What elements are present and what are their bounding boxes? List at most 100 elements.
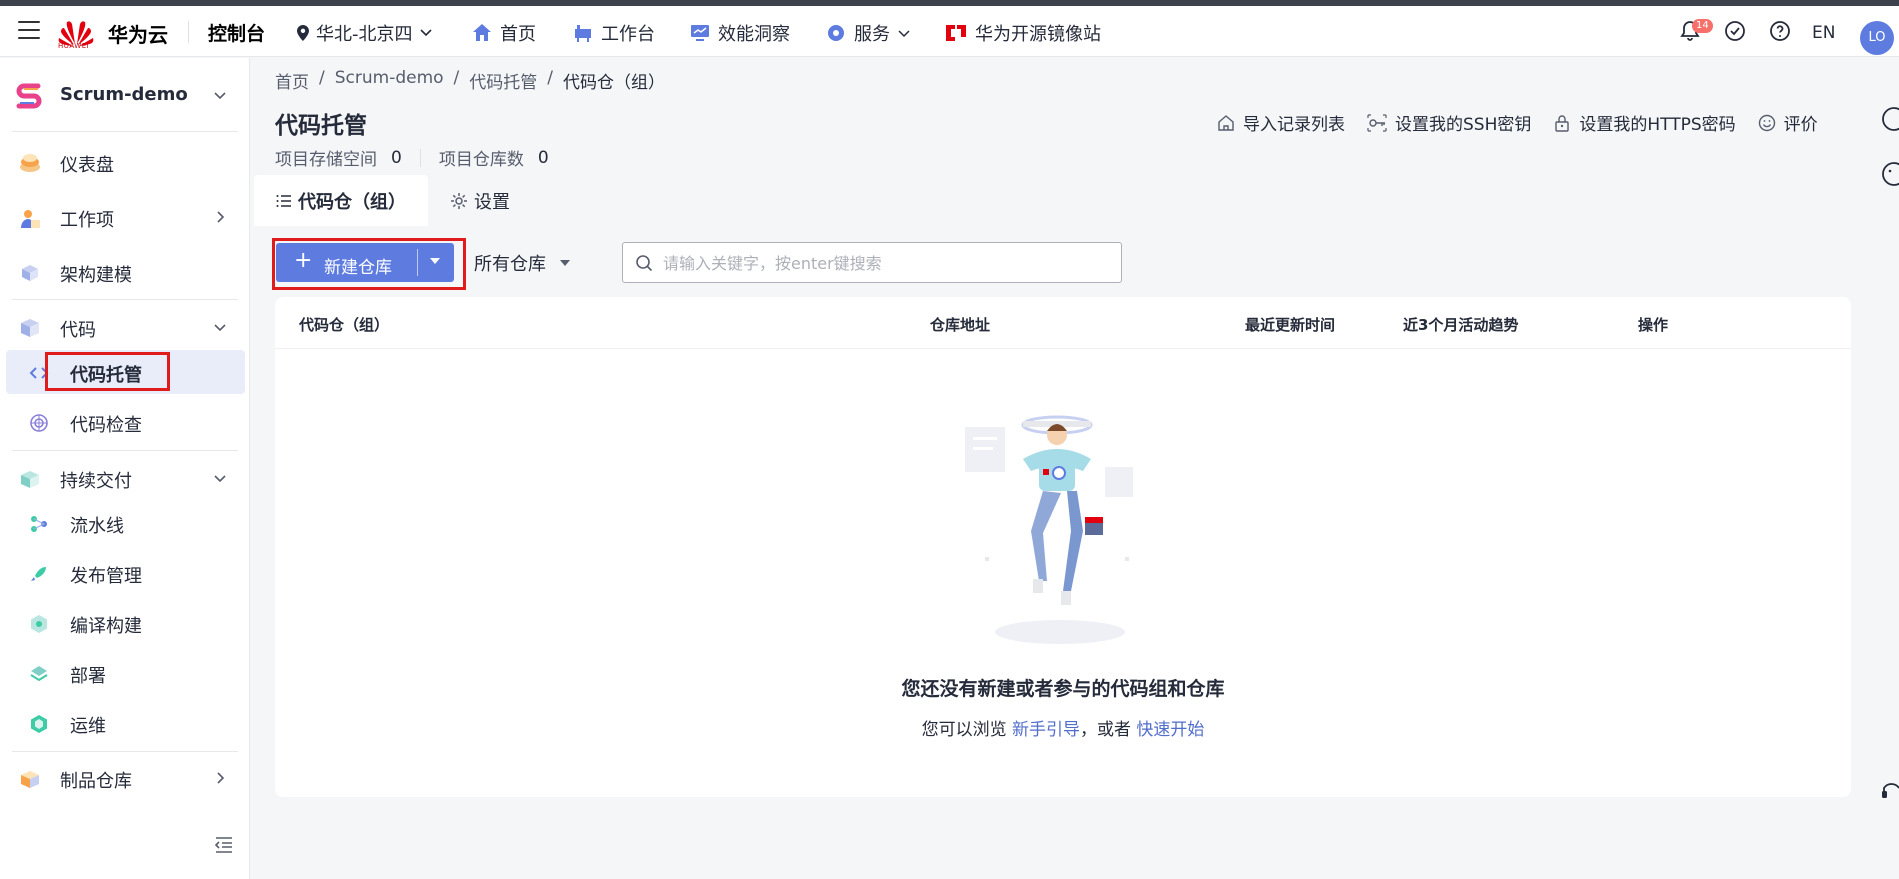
breadcrumb-sep: / [319, 68, 325, 88]
sidebar-item-artifacts[interactable]: 制品仓库 [0, 756, 250, 800]
region-label: 华北-北京四 [316, 24, 413, 45]
project-stats: 项目存储空间 0 项目仓库数 0 [275, 145, 549, 171]
project-switcher[interactable]: Scrum-demo [12, 76, 242, 116]
search-box[interactable] [622, 242, 1122, 283]
location-pin-icon [297, 25, 309, 41]
feedback-label: 评价 [1783, 115, 1818, 135]
sidebar-item-cd[interactable]: 持续交付 [0, 456, 250, 500]
ssh-key-link[interactable]: 设置我的SSH密钥 [1367, 110, 1531, 135]
sidebar-item-dashboard[interactable]: 仪表盘 [0, 140, 250, 184]
sidebar-item-label: 持续交付 [60, 471, 132, 492]
nav-workbench-label: 工作台 [601, 24, 655, 45]
home-outline-icon [1218, 114, 1234, 131]
collapse-sidebar-icon[interactable] [214, 836, 234, 854]
menu-icon[interactable] [18, 21, 40, 41]
nav-mirror[interactable]: 华为开源镜像站 [945, 20, 1101, 46]
list-icon [276, 194, 291, 207]
nav-home[interactable]: 首页 [472, 20, 536, 46]
repo-filter-select[interactable]: 所有仓库 [474, 250, 570, 276]
sidebar-item-deploy[interactable]: 部署 [0, 651, 250, 695]
tab-settings[interactable]: 设置 [428, 175, 532, 226]
repo-count-value: 0 [537, 147, 549, 168]
new-repo-button[interactable]: + 新建仓库 [276, 243, 454, 282]
nav-insight[interactable]: 效能洞察 [690, 20, 790, 46]
divider [12, 450, 238, 451]
console-link[interactable]: 控制台 [208, 19, 265, 46]
help-side-icon[interactable] [1880, 105, 1899, 137]
new-repo-dropdown-icon[interactable] [430, 258, 440, 264]
chevron-right-icon [217, 211, 225, 223]
sidebar-item-build[interactable]: 编译构建 [0, 601, 250, 645]
todo-check-icon[interactable] [1723, 19, 1747, 43]
nav-services[interactable]: 服务 [826, 20, 910, 46]
empty-state-title: 您还没有新建或者参与的代码组和仓库 [901, 678, 1225, 700]
language-switch[interactable]: EN [1812, 23, 1835, 43]
sidebar-item-code[interactable]: 代码 [0, 305, 250, 349]
brand-name[interactable]: 华为云 [108, 19, 168, 48]
mirror-icon [946, 25, 966, 41]
code-icon [21, 319, 39, 337]
sidebar-item-label: 运维 [70, 716, 106, 737]
sidebar-item-label: 工作项 [60, 210, 114, 231]
plus-icon: + [294, 248, 313, 273]
build-icon [31, 615, 47, 633]
sidebar-item-label: 代码托管 [70, 365, 142, 386]
gear-icon [451, 192, 467, 209]
repo-filter-label: 所有仓库 [474, 254, 546, 275]
artifacts-icon [21, 771, 39, 788]
sidebar-item-architecture[interactable]: 架构建模 [0, 250, 250, 294]
nav-workbench[interactable]: 工作台 [573, 20, 655, 46]
delivery-icon [21, 471, 39, 488]
column-header-address: 仓库地址 [930, 316, 991, 334]
help-icon[interactable] [1768, 19, 1792, 43]
sidebar-item-code-hosting[interactable]: 代码托管 [6, 350, 245, 394]
home-icon [473, 24, 491, 41]
tab-repos[interactable]: 代码仓（组） [254, 175, 428, 226]
search-input[interactable] [663, 251, 1103, 275]
feedback-link[interactable]: 评价 [1758, 110, 1818, 135]
sidebar-item-ops[interactable]: 运维 [0, 701, 250, 745]
chevron-down-icon [419, 29, 432, 37]
breadcrumb-project[interactable]: Scrum-demo [335, 68, 444, 93]
search-icon [636, 255, 653, 272]
https-password-link[interactable]: 设置我的HTTPS密码 [1553, 110, 1736, 135]
breadcrumb-code-hosting[interactable]: 代码托管 [469, 68, 537, 93]
sidebar-item-code-check[interactable]: 代码检查 [0, 400, 250, 444]
feedback-side-icon[interactable] [1880, 160, 1899, 192]
empty-state-illustration [965, 415, 1133, 644]
breadcrumb-home[interactable]: 首页 [275, 68, 309, 93]
nav-mirror-label: 华为开源镜像站 [975, 24, 1101, 45]
lock-icon [1555, 114, 1570, 132]
avatar[interactable]: LO [1860, 21, 1894, 55]
sidebar-item-label: 代码检查 [70, 415, 142, 436]
breadcrumb-current: 代码仓（组） [563, 73, 666, 93]
caret-down-icon [560, 260, 570, 266]
sidebar-item-label: 架构建模 [60, 265, 132, 286]
support-side-icon[interactable] [1880, 775, 1899, 807]
tab-repos-label: 代码仓（组） [298, 191, 406, 213]
column-header-trend: 近3个月活动趋势 [1403, 316, 1519, 334]
chevron-down-icon [214, 92, 226, 100]
empty-middle: ，或者 [1080, 720, 1131, 740]
new-repo-label: 新建仓库 [324, 258, 392, 278]
chevron-down-icon [898, 30, 910, 38]
repo-table: 代码仓（组） 仓库地址 最近更新时间 近3个月活动趋势 操作 您还没有新建或者参… [275, 297, 1851, 797]
divider [419, 148, 421, 167]
region-selector[interactable]: 华北-北京四 [296, 20, 433, 46]
column-header-updated[interactable]: 最近更新时间 [1245, 314, 1335, 335]
quick-start-link[interactable]: 快速开始 [1136, 720, 1204, 740]
sidebar-item-workitems[interactable]: 工作项 [0, 195, 250, 239]
beginner-guide-link[interactable]: 新手引导 [1012, 720, 1080, 740]
sidebar-item-pipeline[interactable]: 流水线 [0, 501, 250, 545]
workitems-icon [21, 210, 40, 228]
import-records-link[interactable]: 导入记录列表 [1217, 110, 1345, 135]
key-icon [1367, 113, 1387, 132]
code-check-icon [30, 414, 48, 432]
sidebar-item-release[interactable]: 发布管理 [0, 551, 250, 595]
sidebar-item-label: 仪表盘 [60, 155, 114, 176]
workbench-icon [575, 25, 591, 42]
architecture-icon [22, 265, 38, 281]
chevron-down-icon [214, 475, 226, 483]
ssh-key-label: 设置我的SSH密钥 [1395, 115, 1532, 135]
rocket-icon [31, 567, 46, 581]
